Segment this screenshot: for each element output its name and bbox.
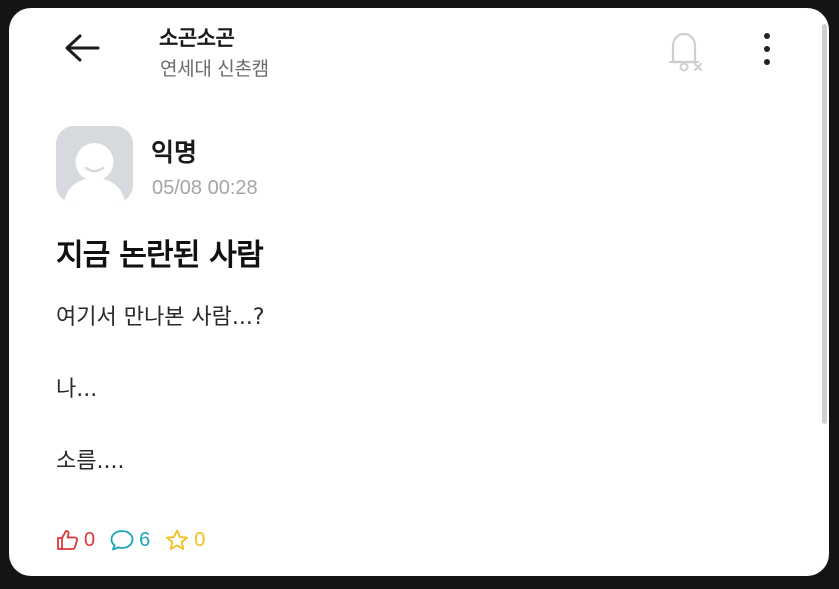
like-count: 0 (84, 528, 96, 551)
post-stats: 0 6 0 (56, 528, 219, 552)
back-button[interactable] (57, 26, 107, 70)
post-timestamp: 05/08 00:28 (152, 177, 258, 199)
back-arrow-icon (65, 34, 100, 62)
school-name: 연세대 신촌캠 (160, 58, 269, 80)
scrap-stat[interactable]: 0 (164, 528, 205, 552)
post-card: 소곤소곤 연세대 신촌캠 익명 05/08 00:28 지금 논란된 사람 여기… (9, 8, 829, 576)
post-title: 지금 논란된 사람 (56, 238, 264, 273)
board-title: 소곤소곤 (159, 26, 235, 50)
thumbs-up-icon (57, 530, 79, 550)
author-name: 익명 (151, 138, 198, 167)
post-body-line: 여기서 만나본 사람...? (56, 305, 265, 330)
avatar (56, 126, 133, 203)
scrap-count: 0 (194, 528, 206, 551)
like-stat[interactable]: 0 (56, 528, 95, 552)
more-dot (764, 46, 770, 52)
notification-off-icon (668, 32, 702, 72)
anonymous-user-icon (64, 143, 125, 203)
more-options-button[interactable] (749, 24, 785, 74)
post-body-line: 나... (56, 377, 98, 402)
more-dot (764, 59, 770, 65)
comment-stat[interactable]: 6 (109, 528, 150, 552)
comment-count: 6 (139, 528, 151, 551)
post-body: 여기서 만나본 사람...? 나... 소름.... (56, 302, 265, 518)
scrollbar[interactable] (822, 24, 827, 424)
more-vertical-icon (764, 33, 770, 39)
post-body-line: 소름.... (56, 449, 125, 474)
notification-toggle-button[interactable] (661, 24, 709, 76)
star-icon (166, 529, 189, 550)
comment-bubble-icon (110, 530, 134, 551)
